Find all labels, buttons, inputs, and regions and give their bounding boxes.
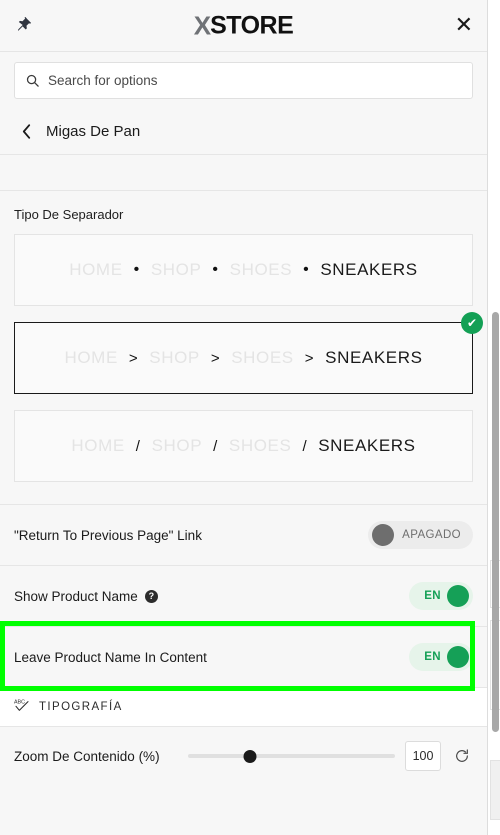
typography-accordion[interactable]: ABC TIPOGRAFÍA <box>0 687 487 727</box>
check-icon: ✔ <box>461 312 483 334</box>
breadcrumb-preview: HOME > SHOP > SHOES > SNEAKERS <box>64 348 422 368</box>
crumb-item: SHOP <box>149 348 200 367</box>
breadcrumb-preview: HOME • SHOP • SHOES • SNEAKERS <box>69 260 418 280</box>
search-input[interactable] <box>48 73 462 88</box>
separator-glyph: / <box>213 437 218 455</box>
search-icon <box>25 73 40 88</box>
svg-text:ABC: ABC <box>14 699 25 705</box>
separator-options: HOME • SHOP • SHOES • SNEAKERS HOME > SH… <box>14 234 483 482</box>
row-content-zoom: Zoom De Contenido (%) 100 <box>0 727 487 785</box>
separator-type-field: Tipo De Separador HOME • SHOP • SHOES • … <box>0 191 487 482</box>
background-card <box>490 760 500 820</box>
row-return-to-previous-page: "Return To Previous Page" Link APAGADO <box>0 505 487 565</box>
row-label: Show Product Name ? <box>14 589 158 604</box>
toggle-show-product-name[interactable]: EN <box>409 582 473 610</box>
crumb-item: SHOES <box>229 260 293 279</box>
separator-glyph: • <box>303 261 310 278</box>
crumb-item: SHOES <box>231 348 294 367</box>
logo-text: STORE <box>210 11 294 39</box>
search-section <box>0 52 487 109</box>
slider-track <box>187 754 395 758</box>
separator-option-dot[interactable]: HOME • SHOP • SHOES • SNEAKERS <box>14 234 473 306</box>
separator-glyph: > <box>210 349 221 367</box>
crumb-item-current: SNEAKERS <box>318 436 416 455</box>
row-label-text: Show Product Name <box>14 588 138 604</box>
help-icon[interactable]: ? <box>144 589 158 603</box>
breadcrumb: Migas De Pan <box>0 109 487 155</box>
panel-body: Tipo De Separador HOME • SHOP • SHOES • … <box>0 155 487 835</box>
separator-glyph: • <box>133 261 140 278</box>
separator-option-slash[interactable]: HOME / SHOP / SHOES / SNEAKERS <box>14 410 473 482</box>
crumb-item: SHOES <box>228 436 292 455</box>
vertical-scrollbar[interactable] <box>492 312 499 732</box>
toggle-knob <box>447 585 469 607</box>
toggle-state-label: APAGADO <box>402 529 461 541</box>
row-label: Leave Product Name In Content <box>14 650 207 665</box>
row-label: "Return To Previous Page" Link <box>14 528 202 543</box>
separator-glyph: • <box>212 261 219 278</box>
separator-glyph: / <box>135 437 141 455</box>
customizer-panel-screenshot: X STORE ✕ Search for options Migas De Pa… <box>0 0 500 835</box>
toggle-knob <box>372 524 395 546</box>
slider-thumb[interactable] <box>243 749 257 763</box>
separator-glyph: > <box>128 349 139 367</box>
top-spacer <box>0 155 487 191</box>
toggle-return-to-previous-page[interactable]: APAGADO <box>368 521 473 549</box>
search-box[interactable] <box>14 62 473 99</box>
toggle-leave-product-name-in-content[interactable]: EN <box>409 643 473 671</box>
separator-glyph: / <box>302 437 308 455</box>
crumb-item: HOME <box>69 260 123 279</box>
typography-label: TIPOGRAFÍA <box>39 701 123 713</box>
back-arrow-icon[interactable] <box>14 124 38 139</box>
row-show-product-name: Show Product Name ? EN <box>0 566 487 626</box>
row-label-text: "Return To Previous Page" Link <box>14 527 202 543</box>
brand-logo: X STORE <box>194 10 294 41</box>
separator-glyph: > <box>304 349 315 367</box>
crumb-item: HOME <box>64 348 118 367</box>
crumb-item-current: SNEAKERS <box>325 348 423 367</box>
logo-mark: X <box>193 10 211 40</box>
field-label: Tipo De Separador <box>14 207 124 222</box>
toggle-state-label: EN <box>424 590 441 602</box>
pin-icon[interactable] <box>10 12 38 40</box>
toggle-knob <box>447 646 469 668</box>
breadcrumb-preview: HOME / SHOP / SHOES / SNEAKERS <box>71 436 415 456</box>
toggle-state-label: EN <box>424 651 441 663</box>
slider-label: Zoom De Contenido (%) <box>14 748 160 764</box>
zoom-value-input[interactable]: 100 <box>405 741 441 771</box>
row-leave-product-name-in-content: Leave Product Name In Content EN <box>0 627 487 687</box>
panel-header: X STORE ✕ <box>0 0 487 52</box>
zoom-slider[interactable] <box>187 744 395 768</box>
crumb-item-current: SNEAKERS <box>320 260 418 279</box>
separator-option-chevron[interactable]: HOME > SHOP > SHOES > SNEAKERS ✔ <box>14 312 483 394</box>
reset-icon[interactable] <box>451 745 473 767</box>
crumb-item: HOME <box>71 436 125 455</box>
row-label-text: Leave Product Name In Content <box>14 649 207 665</box>
page-title: Migas De Pan <box>46 123 141 140</box>
spellcheck-icon: ABC <box>14 698 30 717</box>
close-icon[interactable]: ✕ <box>455 14 473 37</box>
crumb-item: SHOP <box>151 436 203 455</box>
crumb-item: SHOP <box>150 260 202 279</box>
options-panel: X STORE ✕ Search for options Migas De Pa… <box>0 0 488 835</box>
